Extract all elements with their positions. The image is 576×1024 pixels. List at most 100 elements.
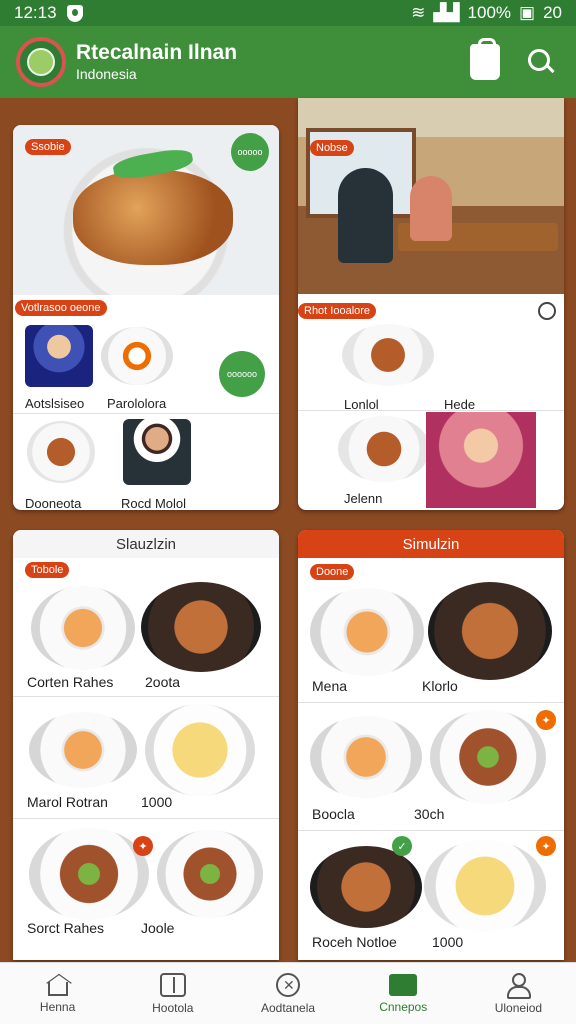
card-featured-dish[interactable]: Ssobie ooooo Votlrasoo oeone Aotslsiseo …	[13, 125, 279, 510]
round-badge[interactable]: oooooo	[219, 351, 265, 397]
hero-tag: Nobse	[310, 140, 354, 156]
divider	[13, 696, 279, 697]
menu-row[interactable]: ✦ Sorct Rahes Joole	[13, 822, 279, 950]
item-caption: Jelenn	[344, 491, 383, 506]
diner-figure	[410, 176, 452, 241]
leaf-badge-icon: ✓	[392, 836, 412, 856]
card-title: Simulzin	[298, 530, 564, 558]
list-item[interactable]: Jelenn	[298, 410, 564, 510]
dish-photo	[310, 588, 424, 676]
wifi-icon: ≋	[411, 3, 426, 22]
status-extra: 20	[543, 3, 562, 22]
bottom-nav: Henna Hootola Aodtanela Cnnepos Uloneiod	[0, 962, 576, 1024]
divider	[298, 830, 564, 831]
hero-badge: ooooo	[231, 133, 269, 171]
dish-name: Sorct Rahes	[27, 920, 105, 936]
dish-name: Corten Rahes	[27, 674, 114, 690]
nav-label: Hootola	[152, 1000, 194, 1015]
item-caption: Parololora	[107, 396, 167, 411]
card-menu-right[interactable]: Simulzin Doone Mena Klorlo ✦ Boocla 30ch…	[298, 530, 564, 960]
dish-photo	[145, 704, 255, 796]
app-subtitle: Indonesia	[76, 66, 137, 82]
list-item[interactable]: Parololora	[101, 315, 211, 415]
hot-badge-icon: ✦	[133, 836, 153, 856]
shopping-bag-icon[interactable]	[470, 38, 500, 80]
app-titles: Rtecalnain Ilnan Indonesia	[76, 41, 237, 83]
app-title: Rtecalnain Ilnan	[76, 41, 238, 64]
menu-row[interactable]: Mena Klorlo	[298, 580, 564, 702]
dish-icon	[276, 972, 300, 997]
person-photo	[426, 412, 536, 508]
nav-item-profile[interactable]: Uloneiod	[461, 963, 576, 1024]
person-photo	[25, 325, 93, 387]
dish-photo	[310, 846, 422, 928]
hero-tag: Ssobie	[25, 139, 71, 155]
dish-name: Boocla	[312, 806, 355, 822]
list-item[interactable]: Dooneota	[13, 415, 123, 510]
menu-row[interactable]: Marol Rotran 1000	[13, 700, 279, 818]
dish-price: Joole	[141, 920, 175, 936]
nav-label: Aodtanela	[260, 1000, 316, 1015]
person-photo	[123, 419, 191, 485]
user-icon	[506, 972, 532, 999]
dish-price: Klorlo	[422, 678, 458, 694]
dish-photo	[310, 716, 422, 798]
card-tag: Doone	[310, 564, 355, 580]
restaurant-photo[interactable]: Nobse	[298, 98, 564, 294]
item-caption: Dooneota	[25, 496, 82, 510]
nav-label: Henna	[39, 999, 76, 1014]
signal-icon: ▟▟	[433, 3, 460, 22]
folder-icon	[389, 973, 418, 996]
dish-photo	[31, 586, 135, 670]
dish-photo	[424, 840, 546, 932]
menu-row[interactable]: Corten Rahes 2oota	[13, 580, 279, 698]
card-restaurant[interactable]: Nobse Rhot Iooalore Lonlol Hede Jelenn	[298, 98, 564, 510]
dish-photo	[428, 582, 552, 680]
star-badge-icon: ✦	[536, 710, 556, 730]
list-item[interactable]: Lonlol Hede	[298, 316, 564, 416]
leaf-icon	[27, 48, 55, 76]
card-title: Slauzlzin	[13, 530, 279, 558]
card-menu-left[interactable]: Slauzlzin Tobole Corten Rahes 2oota Maro…	[13, 530, 279, 960]
nav-item-book[interactable]: Hootola	[115, 963, 230, 1024]
item-caption: Aotslsiseo	[25, 396, 85, 411]
home-icon	[47, 981, 68, 996]
dish-photo	[430, 710, 546, 804]
dish-name: Marol Rotran	[27, 794, 108, 810]
dish-meat	[73, 170, 233, 265]
card-tag: Tobole	[25, 562, 70, 578]
dish-photo	[29, 828, 149, 920]
divider	[298, 702, 564, 703]
dish-price: 1000	[141, 794, 173, 810]
menu-row[interactable]: ✦ Boocla 30ch	[298, 706, 564, 828]
divider	[13, 413, 279, 414]
nav-item-home[interactable]: Henna	[0, 963, 115, 1024]
dish-photo	[338, 416, 430, 482]
list-item[interactable]: Rocd Molol	[113, 415, 233, 510]
search-icon[interactable]	[528, 49, 554, 75]
nav-item-folder[interactable]: Cnnepos	[346, 963, 461, 1024]
menu-row[interactable]: ✓ ✦ Roceh Notloe 1000	[298, 834, 564, 958]
dish-name: Roceh Notloe	[312, 934, 397, 950]
hero-food-image[interactable]: Ssobie ooooo	[13, 125, 279, 295]
item-caption: Rocd Molol	[121, 496, 187, 510]
app-logo[interactable]	[16, 37, 66, 87]
divider	[13, 818, 279, 819]
nav-label: Uloneiod	[494, 1000, 543, 1015]
dish-photo	[101, 327, 173, 385]
shield-icon	[66, 4, 83, 22]
status-time: 12:13	[14, 3, 57, 22]
battery-icon: ▣	[519, 3, 536, 22]
nav-label: Cnnepos	[379, 999, 428, 1014]
dish-name: Mena	[312, 678, 348, 694]
star-badge-icon: ✦	[536, 836, 556, 856]
diner-figure	[338, 168, 393, 263]
section-strip: Votlrasoo oeone	[13, 295, 279, 317]
app-bar: Rtecalnain Ilnan Indonesia	[0, 26, 576, 98]
section-tag: Votlrasoo oeone	[15, 300, 107, 316]
status-bar: 12:13 ≋ ▟▟ 100% ▣ 20	[0, 0, 576, 26]
book-icon	[159, 972, 186, 997]
dish-photo	[29, 712, 137, 788]
nav-item-dish[interactable]: Aodtanela	[230, 963, 345, 1024]
dish-photo	[27, 421, 95, 483]
